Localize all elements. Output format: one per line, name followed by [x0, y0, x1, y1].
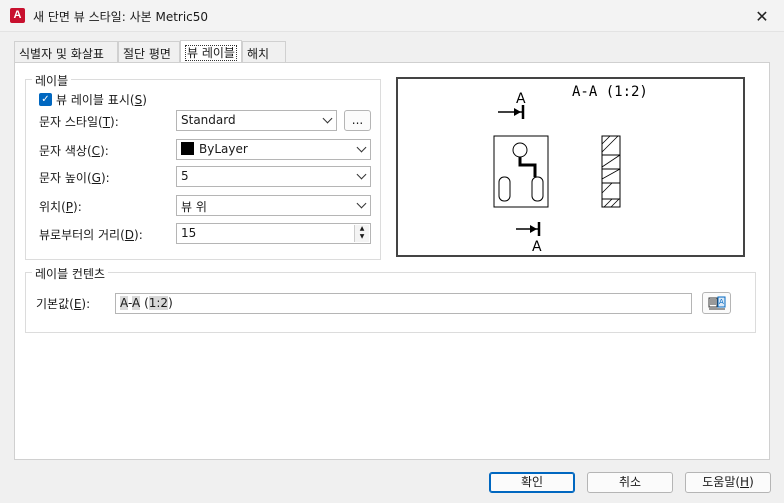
preview-panel: A-A (1:2) A A — [396, 77, 745, 257]
default-value-label: 기본값(E): — [36, 297, 91, 311]
chevron-down-icon — [322, 113, 333, 124]
chevron-down-icon — [356, 142, 367, 153]
hatch-line — [601, 168, 621, 180]
insert-field-icon: A — [708, 296, 725, 310]
chevron-down-icon — [356, 169, 367, 180]
arrow-head-bottom — [530, 225, 537, 233]
section-preview-graphic: A-A (1:2) A A — [493, 84, 648, 255]
preview-view-label: A-A (1:2) — [572, 84, 648, 100]
ok-button[interactable]: 확인 — [489, 472, 575, 493]
preview-marker-top: A — [516, 91, 526, 107]
arrow-head-top — [514, 108, 521, 116]
part-outline — [493, 135, 549, 208]
autocad-app-icon: A — [10, 8, 25, 23]
help-button[interactable]: 도움말(H) — [685, 472, 771, 493]
hatch-line — [603, 198, 613, 208]
field-insert-button[interactable]: A — [702, 292, 731, 314]
hatch-line — [610, 198, 620, 208]
dialog-footer: 확인 취소 도움말(H) — [0, 460, 784, 503]
text-height-label: 문자 높이(G): — [39, 171, 110, 185]
part-hole — [512, 142, 528, 158]
hatch-line — [601, 182, 613, 194]
show-view-label-checkbox[interactable]: ✓ — [39, 93, 52, 106]
text-style-dropdown[interactable]: Standard — [176, 110, 337, 131]
color-swatch — [181, 142, 194, 155]
svg-text:A: A — [719, 298, 724, 306]
slot-left — [498, 176, 511, 202]
title-bar: A 새 단면 뷰 스타일: 사본 Metric50 ✕ — [0, 0, 784, 32]
distance-spinner[interactable]: 15 ▲ ▼ — [176, 223, 371, 244]
distance-label: 뷰로부터의 거리(D): — [39, 228, 143, 242]
text-color-label: 문자 색상(C): — [39, 144, 109, 158]
text-height-combo[interactable]: 5 — [176, 166, 371, 187]
spin-down-icon[interactable]: ▼ — [355, 233, 369, 241]
text-color-dropdown[interactable]: ByLayer — [176, 139, 371, 160]
checkmark-icon: ✓ — [41, 94, 50, 105]
text-style-browse-button[interactable]: ... — [344, 110, 371, 131]
label-group-title: 레이블 — [32, 72, 72, 89]
preview-marker-bottom: A — [532, 239, 542, 255]
label-group: 레이블 ✓ 뷰 레이블 표시(S) 문자 스타일(T): Standard ..… — [25, 72, 381, 260]
position-dropdown[interactable]: 뷰 위 — [176, 195, 371, 216]
position-label: 위치(P): — [39, 200, 82, 214]
close-window-button[interactable]: ✕ — [740, 0, 784, 32]
hatch-line — [601, 135, 611, 145]
text-style-label: 문자 스타일(T): — [39, 115, 119, 129]
spinner-buttons[interactable]: ▲ ▼ — [354, 225, 369, 242]
label-contents-title: 레이블 컨텐츠 — [32, 265, 109, 282]
tab-identifiers-arrows[interactable]: 식별자 및 화살표 — [14, 41, 118, 62]
default-value-field[interactable]: A-A (1:2) — [115, 293, 692, 314]
show-view-label-label: 뷰 레이블 표시(S) — [56, 93, 147, 107]
hatch-line — [601, 154, 621, 168]
chevron-down-icon — [356, 198, 367, 209]
section-outline — [601, 135, 621, 208]
tab-cutting-plane[interactable]: 절단 평면 — [118, 41, 180, 62]
cancel-button[interactable]: 취소 — [587, 472, 673, 493]
slot-right — [531, 176, 544, 202]
spin-up-icon[interactable]: ▲ — [355, 225, 369, 233]
window-title: 새 단면 뷰 스타일: 사본 Metric50 — [33, 10, 209, 24]
close-icon: ✕ — [755, 6, 769, 26]
hatch-line — [601, 135, 619, 153]
part-path — [518, 157, 537, 177]
tab-view-label[interactable]: 뷰 레이블 — [180, 40, 242, 63]
label-contents-group: 레이블 컨텐츠 기본값(E): A-A (1:2) A — [25, 265, 756, 333]
tab-hatch[interactable]: 해치 — [242, 41, 286, 62]
